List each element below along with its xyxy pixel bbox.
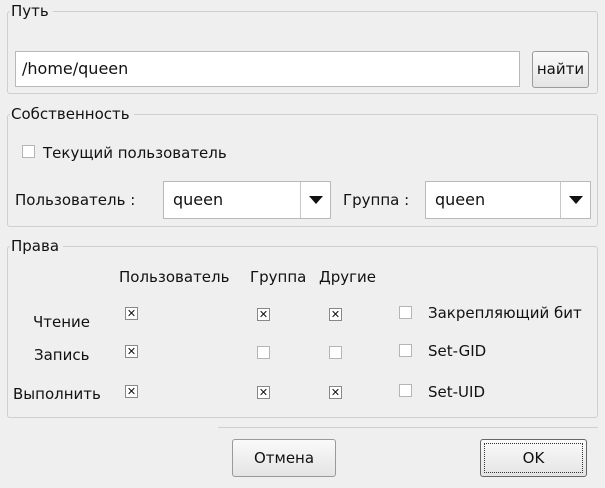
chevron-down-icon[interactable]	[300, 182, 330, 218]
user-label: Пользователь :	[15, 191, 136, 209]
ownership-group-title: Собственность	[10, 105, 134, 123]
group-select-value: queen	[435, 190, 486, 209]
execute-other-checkbox[interactable]: ✕	[329, 386, 342, 399]
write-other-checkbox[interactable]	[329, 346, 342, 359]
current-user-label: Текущий пользователь	[43, 144, 227, 162]
sticky-bit-label: Закрепляющий бит	[428, 304, 582, 322]
row-label-execute: Выполнить	[13, 385, 101, 403]
read-group-checkbox[interactable]: ✕	[257, 308, 270, 321]
read-other-checkbox[interactable]: ✕	[329, 308, 342, 321]
rights-group-title: Права	[10, 237, 64, 255]
sticky-bit-checkbox[interactable]	[399, 306, 412, 319]
execute-user-checkbox[interactable]: ✕	[125, 385, 138, 398]
column-header-user: Пользователь	[119, 268, 230, 286]
column-header-group: Группа	[250, 268, 307, 286]
set-uid-checkbox[interactable]	[399, 384, 412, 397]
user-select-value: queen	[173, 190, 224, 209]
set-gid-label: Set-GID	[428, 342, 487, 360]
button-separator	[218, 427, 598, 428]
execute-group-checkbox[interactable]: ✕	[257, 386, 270, 399]
find-button[interactable]: найти	[532, 51, 589, 88]
ok-button[interactable]: OK	[480, 439, 587, 477]
write-user-checkbox[interactable]: ✕	[125, 345, 138, 358]
group-select[interactable]: queen	[425, 181, 591, 219]
chevron-down-icon[interactable]	[560, 182, 590, 218]
row-label-write: Запись	[34, 346, 90, 364]
ok-button-label: OK	[484, 443, 583, 473]
set-uid-label: Set-UID	[428, 383, 485, 401]
column-header-other: Другие	[319, 268, 376, 286]
read-user-checkbox[interactable]: ✕	[125, 307, 138, 320]
current-user-checkbox[interactable]	[22, 145, 35, 158]
user-select[interactable]: queen	[163, 181, 331, 219]
set-gid-checkbox[interactable]	[399, 344, 412, 357]
group-label: Группа :	[343, 191, 410, 209]
path-input[interactable]: /home/queen	[15, 51, 520, 87]
row-label-read: Чтение	[33, 313, 91, 331]
write-group-checkbox[interactable]	[257, 346, 270, 359]
cancel-button[interactable]: Отмена	[232, 439, 336, 477]
path-group-title: Путь	[10, 2, 53, 20]
